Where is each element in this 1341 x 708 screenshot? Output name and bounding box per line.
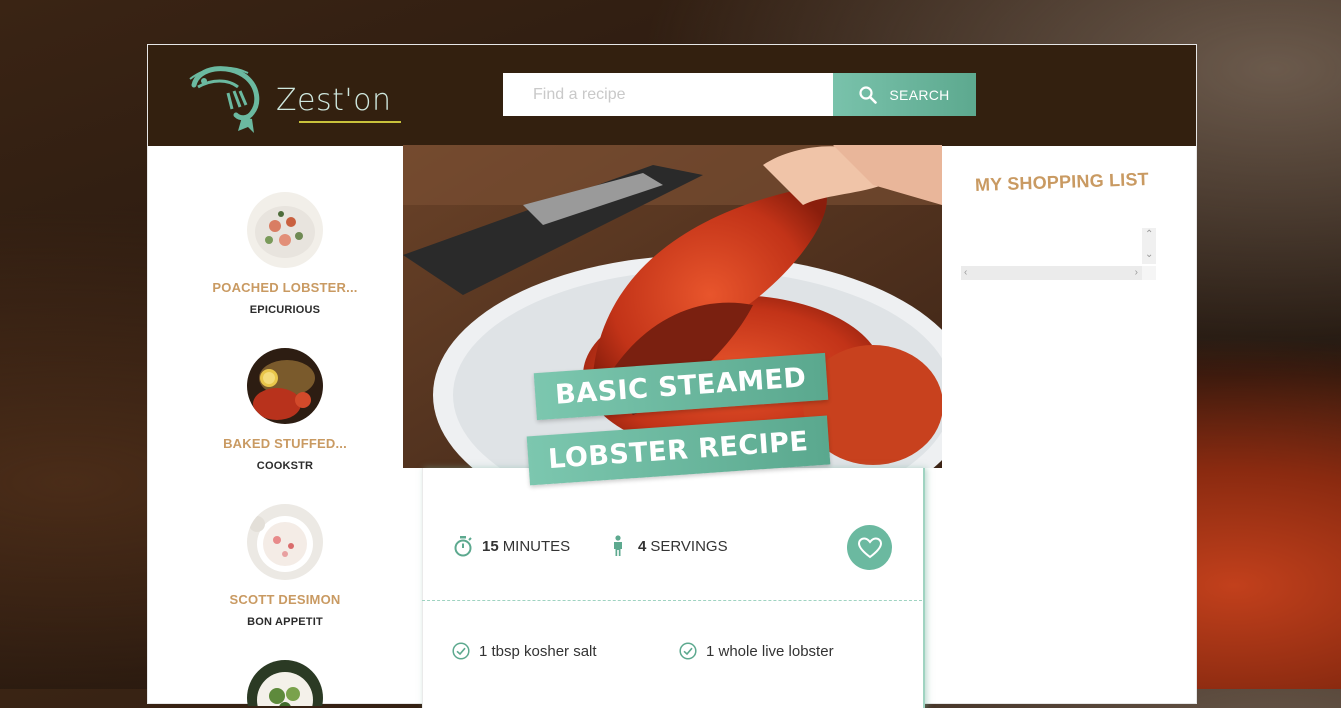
recipe-source: COOKSTR — [256, 460, 314, 472]
brand-name: Zest'on — [276, 83, 392, 118]
list-item[interactable] — [148, 660, 422, 706]
sidebar-recipe-list: POACHED LOBSTER... EPICURIOUS BAKED STUF… — [148, 146, 422, 706]
recipe-source: BON APPETIT — [247, 616, 323, 628]
servings: 4 SERVINGS — [611, 535, 728, 557]
shopping-list-title: MY SHOPPING LIST — [974, 168, 1150, 195]
search-button-label: SEARCH — [889, 86, 950, 103]
cook-time: 15 MINUTES — [453, 535, 570, 557]
check-circle-icon — [679, 642, 697, 660]
list-item[interactable]: POACHED LOBSTER... EPICURIOUS — [148, 192, 422, 316]
servings-label: SERVINGS — [650, 537, 728, 555]
recipe-thumbnail — [247, 660, 323, 706]
recipe-thumbnail — [247, 504, 323, 580]
scroll-right-icon[interactable]: › — [1135, 268, 1138, 278]
heart-icon — [857, 536, 882, 558]
ingredient-item[interactable]: 1 tbsp kosher salt — [452, 642, 597, 660]
shopping-list-box[interactable]: ⌃ ⌄ ‹ › — [961, 228, 1156, 280]
ingredient-label: 1 tbsp kosher salt — [479, 642, 597, 660]
recipe-thumbnail — [247, 348, 323, 424]
header: Zest'on SEARCH — [148, 45, 1196, 146]
minutes-label: MINUTES — [502, 537, 571, 555]
minutes-value: 15 — [482, 537, 499, 555]
person-icon — [614, 535, 622, 556]
recipe-title: POACHED LOBSTER... — [212, 280, 358, 295]
brand-underline — [299, 121, 401, 123]
search-button[interactable]: SEARCH — [833, 73, 976, 116]
recipe-title: BAKED STUFFED... — [223, 436, 347, 451]
recipe-title: SCOTT DESIMON — [229, 592, 341, 607]
scroll-up-icon[interactable]: ⌃ — [1145, 230, 1153, 240]
scrollbar-corner — [1142, 266, 1156, 280]
search-input[interactable] — [503, 73, 833, 116]
app-window: Zest'on SEARCH POACHED LOBSTER... EPICUR… — [147, 44, 1197, 708]
scroll-down-icon[interactable]: ⌄ — [1145, 250, 1153, 260]
list-item[interactable]: BAKED STUFFED... COOKSTR — [148, 348, 422, 472]
logo[interactable]: Zest'on — [188, 57, 403, 137]
horizontal-scrollbar[interactable]: ‹ › — [961, 266, 1142, 280]
stopwatch-icon — [454, 536, 472, 557]
search-icon — [859, 85, 878, 104]
scroll-left-icon[interactable]: ‹ — [964, 268, 967, 278]
servings-value: 4 — [638, 537, 647, 555]
recipe-source: EPICURIOUS — [249, 304, 321, 316]
vertical-scrollbar[interactable]: ⌃ ⌄ — [1142, 228, 1156, 264]
recipe-card — [422, 468, 925, 708]
recipe-hero-image — [403, 145, 942, 468]
shrimp-logo-icon — [189, 66, 260, 133]
ingredient-item[interactable]: 1 whole live lobster — [679, 642, 834, 660]
recipe-thumbnail — [247, 192, 323, 268]
favorite-button[interactable] — [847, 525, 892, 570]
recipe-meta: 15 MINUTES 4 SERVINGS — [453, 535, 893, 563]
check-circle-icon — [452, 642, 470, 660]
card-divider — [422, 600, 922, 601]
ingredient-label: 1 whole live lobster — [706, 642, 834, 660]
list-item[interactable]: SCOTT DESIMON BON APPETIT — [148, 504, 422, 628]
